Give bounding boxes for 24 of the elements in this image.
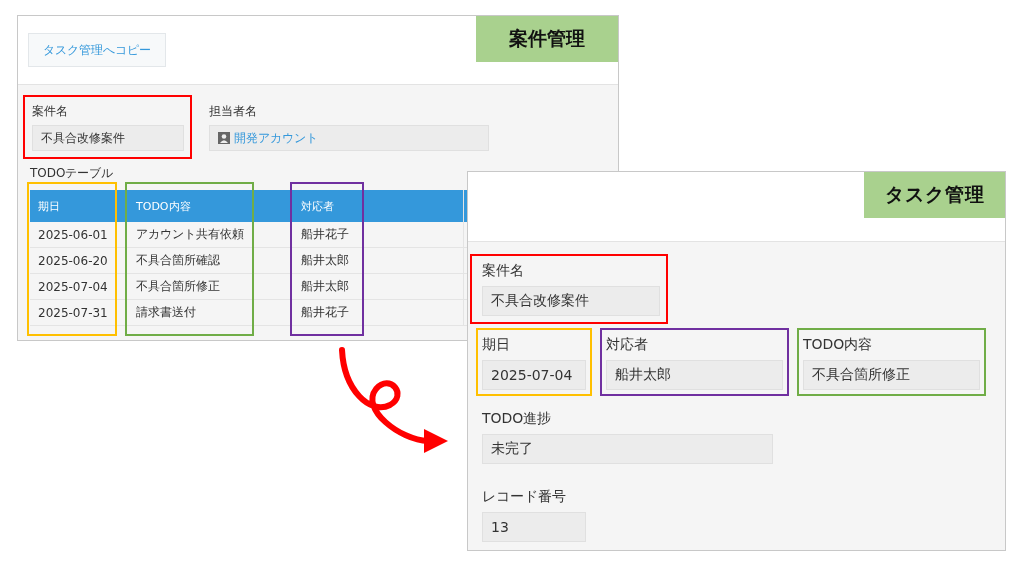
field-value: 不具合改修案件 [482,286,660,316]
field-label: TODO内容 [803,336,874,354]
field-label: 対応者 [606,336,649,354]
field-label: 担当者名 [209,103,258,120]
copy-button[interactable]: タスク管理へコピー [28,33,166,67]
field-label: 案件名 [482,262,525,280]
field-value: 未完了 [482,434,773,464]
app-title-label: タスク管理 [864,172,1005,218]
field-label: 期日 [482,336,511,354]
field-label: TODO進捗 [482,410,553,428]
field-value: 2025-07-04 [482,360,586,390]
app-title-label: 案件管理 [476,16,618,62]
field-label: レコード番号 [482,488,567,506]
column-header: 対応者 [293,190,463,222]
user-link[interactable]: 開発アカウント [234,129,318,147]
field-value: 船井太郎 [606,360,783,390]
column-header: TODO内容 [128,190,293,222]
field-label: 案件名 [32,103,69,120]
field-value: 不具合改修案件 [41,129,125,147]
field-value: 不具合箇所修正 [803,360,980,390]
column-header: 期日 [30,190,128,222]
field-value: 13 [482,512,586,542]
user-icon [218,132,230,144]
table-title: TODOテーブル [30,165,115,182]
